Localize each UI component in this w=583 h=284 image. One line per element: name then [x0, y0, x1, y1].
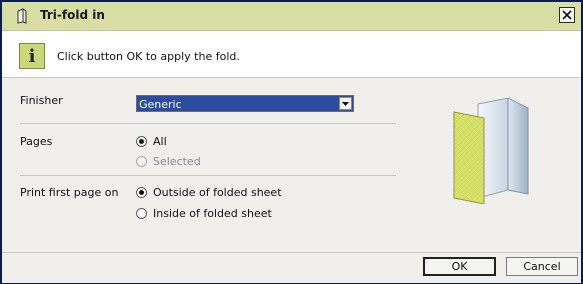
pages-all-label[interactable]: All [153, 135, 167, 148]
separator [20, 123, 396, 124]
pages-all-radio[interactable] [136, 136, 147, 147]
separator [20, 175, 396, 176]
pages-label: Pages [20, 135, 53, 148]
dropdown-arrow[interactable] [339, 97, 352, 110]
info-bar: i Click button OK to apply the fold. [2, 31, 581, 78]
info-icon: i [19, 43, 45, 69]
info-message: Click button OK to apply the fold. [57, 50, 240, 63]
cancel-button[interactable]: Cancel [506, 257, 578, 276]
pages-selected-radio [136, 156, 147, 167]
print-first-page-label: Print first page on [20, 186, 119, 199]
outside-label[interactable]: Outside of folded sheet [153, 186, 282, 199]
window-title: Tri-fold in [40, 8, 105, 22]
finisher-select[interactable]: Generic [136, 95, 354, 112]
finisher-label: Finisher [20, 94, 63, 107]
dialog-window: Tri-fold in i Click button OK to apply t… [0, 0, 583, 284]
finisher-selected-value: Generic [139, 98, 182, 111]
title-bar: Tri-fold in [2, 2, 581, 31]
chevron-down-icon [342, 102, 349, 106]
button-bar: OK Cancel [2, 252, 581, 283]
outside-radio[interactable] [136, 187, 147, 198]
close-icon [562, 10, 572, 20]
inside-label[interactable]: Inside of folded sheet [153, 207, 272, 220]
ok-button[interactable]: OK [423, 257, 496, 276]
pages-selected-label: Selected [153, 155, 201, 168]
inside-radio[interactable] [136, 208, 147, 219]
close-button[interactable] [559, 7, 575, 23]
tri-fold-icon [17, 8, 27, 24]
tri-fold-illustration [453, 98, 529, 204]
